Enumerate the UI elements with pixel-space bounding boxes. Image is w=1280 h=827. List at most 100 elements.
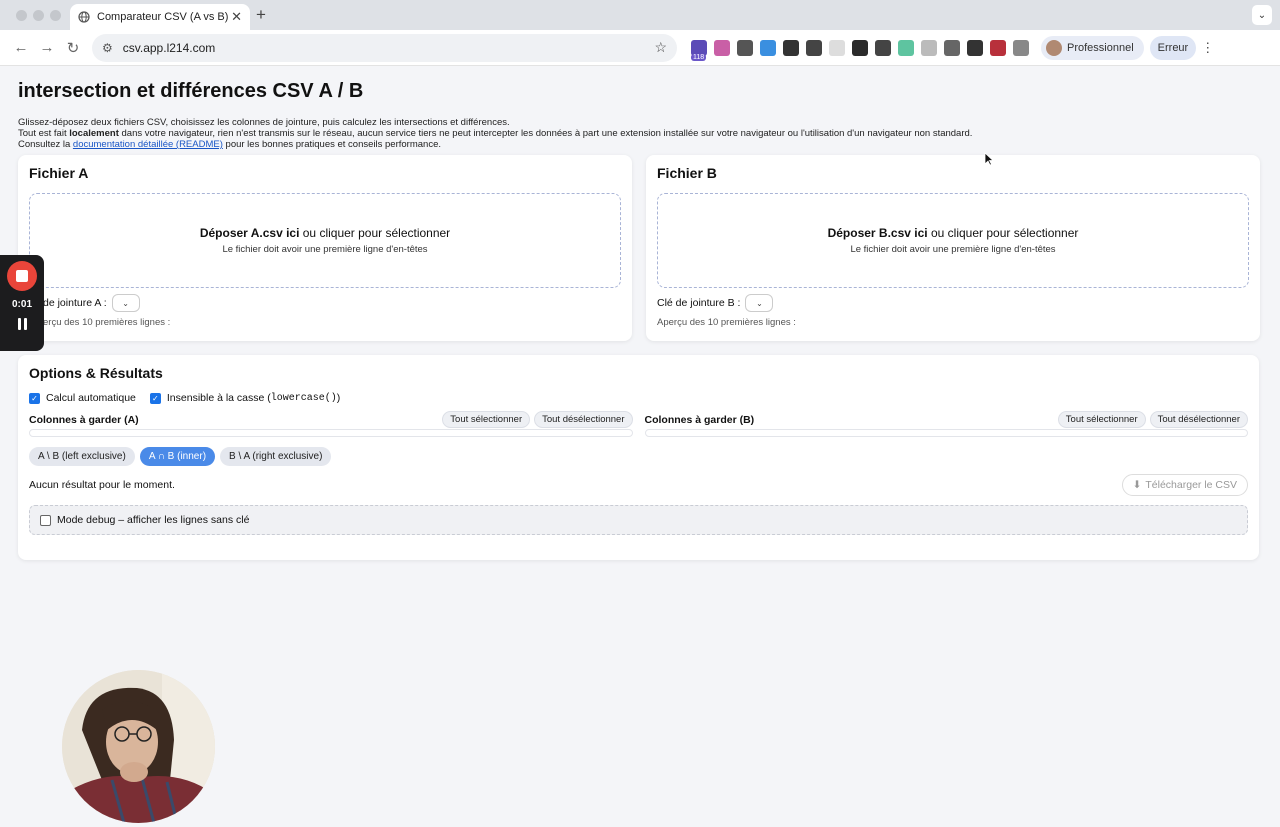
file-a-heading: Fichier A [29, 165, 89, 181]
extension-icon[interactable]: 118 [691, 39, 707, 61]
columns-a-header: Colonnes à garder (A) Tout sélectionner … [29, 411, 633, 428]
auto-calc-label: Calcul automatique [46, 392, 136, 404]
intro-line-2-bold: localement [69, 128, 119, 139]
readme-link[interactable]: documentation détaillée (README) [73, 139, 223, 150]
mode-inner-button[interactable]: A ∩ B (inner) [139, 447, 216, 466]
error-label: Erreur [1157, 41, 1189, 54]
select-all-a-button[interactable]: Tout sélectionner [442, 411, 531, 428]
tab-search-icon[interactable]: ⌄ [1252, 5, 1272, 25]
intro-line-1: Glissez-déposez deux fichiers CSV, chois… [18, 117, 510, 128]
extension-badge: 118 [691, 53, 707, 61]
extension-icon[interactable] [875, 39, 891, 56]
close-window-icon[interactable] [16, 10, 27, 21]
case-label-end: ) [336, 392, 341, 404]
stop-icon [16, 270, 28, 282]
debug-mode-label: Mode debug – afficher les lignes sans cl… [57, 514, 250, 526]
intro-text: Glissez-déposez deux fichiers CSV, chois… [18, 117, 1262, 150]
file-b-key-select[interactable]: ⌄ [745, 294, 774, 312]
maximize-window-icon[interactable] [50, 10, 61, 21]
pause-icon[interactable] [17, 318, 27, 330]
extension-icon[interactable] [783, 39, 799, 56]
columns-a-block: Colonnes à garder (A) Tout sélectionner … [29, 411, 633, 437]
file-a-drop-bold: Déposer A.csv ici [199, 226, 300, 240]
mode-right-exclusive-button[interactable]: B \ A (right exclusive) [220, 447, 332, 466]
file-b-card: Fichier B Déposer B.csv ici ou cliquer p… [646, 155, 1260, 341]
tab-title: Comparateur CSV (A vs B) [97, 11, 229, 23]
file-a-key-label: de jointure A : [43, 297, 107, 309]
file-cards-row: Fichier A Déposer A.csv ici ou cliquer p… [18, 155, 1262, 341]
back-icon[interactable]: ← [8, 35, 34, 61]
auto-calc-option[interactable]: ✓ Calcul automatique [29, 392, 136, 404]
file-a-dropzone[interactable]: Déposer A.csv ici ou cliquer pour sélect… [29, 193, 621, 288]
extension-icon[interactable] [714, 39, 730, 56]
mode-left-exclusive-button[interactable]: A \ B (left exclusive) [29, 447, 135, 466]
file-b-dropzone[interactable]: Déposer B.csv ici ou cliquer pour sélect… [657, 193, 1249, 288]
extension-icon[interactable] [852, 39, 868, 56]
intro-line-2: Tout est fait localement dans votre navi… [18, 128, 1262, 139]
puzzle-icon[interactable] [1013, 39, 1029, 56]
deselect-all-b-button[interactable]: Tout désélectionner [1149, 411, 1248, 428]
extension-icon[interactable] [967, 39, 983, 56]
deselect-all-a-button[interactable]: Tout désélectionner [534, 411, 633, 428]
bookmark-star-icon[interactable]: ☆ [654, 39, 667, 56]
address-bar[interactable]: ⚙ csv.app.l214.com ☆ [92, 33, 677, 62]
close-tab-icon[interactable]: ✕ [231, 9, 242, 25]
recording-time: 0:01 [11, 299, 32, 310]
new-tab-icon[interactable]: + [256, 5, 266, 25]
error-button[interactable]: Erreur [1149, 35, 1197, 60]
download-csv-button[interactable]: ⬇ Télécharger le CSV [1121, 474, 1248, 496]
reload-icon[interactable]: ↻ [60, 35, 86, 61]
extensions-bar: 118 [691, 39, 1029, 61]
webcam-bubble[interactable] [62, 670, 215, 823]
file-a-card: Fichier A Déposer A.csv ici ou cliquer p… [18, 155, 632, 341]
extension-icon[interactable] [806, 39, 822, 56]
extension-icon[interactable] [737, 39, 753, 56]
window-controls[interactable] [16, 10, 61, 21]
columns-b-label: Colonnes à garder (B) [644, 413, 755, 426]
columns-a-list[interactable] [29, 429, 633, 437]
auto-calc-checkbox[interactable]: ✓ [29, 392, 40, 404]
file-a-key-select[interactable]: ⌄ [111, 294, 140, 312]
extension-icon[interactable] [829, 39, 845, 56]
columns-b-buttons: Tout sélectionner Tout désélectionner [1057, 411, 1248, 428]
file-a-preview-label: erçu des 10 premières lignes : [43, 317, 171, 328]
case-label: Insensible à la casse ( [166, 392, 271, 404]
file-b-drop-hint: Le fichier doit avoir une première ligne… [850, 244, 1056, 255]
browser-tab[interactable]: Comparateur CSV (A vs B) ✕ [70, 4, 250, 30]
case-insensitive-checkbox[interactable]: ✓ [149, 392, 161, 404]
intro-line-3: Consultez la documentation détaillée (RE… [18, 139, 1262, 150]
forward-icon[interactable]: → [34, 35, 60, 61]
extension-icon[interactable] [760, 39, 776, 56]
intro-line-3-suffix: pour les bonnes pratiques et conseils pe… [222, 139, 441, 150]
profile-button[interactable]: Professionnel [1041, 35, 1144, 60]
case-insensitive-option[interactable]: ✓ Insensible à la casse (lowercase()) [149, 392, 341, 404]
extension-icon[interactable] [898, 39, 914, 56]
file-a-drop-rest: ou cliquer pour sélectionner [299, 226, 451, 240]
result-row: Aucun résultat pour le moment. ⬇ Télécha… [29, 474, 1248, 496]
debug-mode-option[interactable]: Mode debug – afficher les lignes sans cl… [29, 505, 1248, 535]
browser-toolbar: ← → ↻ ⚙ csv.app.l214.com ☆ 118 Professio… [0, 30, 1280, 66]
site-settings-icon[interactable]: ⚙ [102, 41, 113, 55]
menu-icon[interactable]: ⋮ [1201, 40, 1214, 56]
extension-icon[interactable] [990, 39, 1006, 56]
options-heading: Options & Résultats [29, 365, 163, 381]
file-b-key-label: Clé de jointure B : [657, 297, 741, 309]
stop-recording-button[interactable] [7, 261, 37, 291]
options-card: Options & Résultats ✓ Calcul automatique… [18, 355, 1259, 560]
minimize-window-icon[interactable] [33, 10, 44, 21]
url-text[interactable]: csv.app.l214.com [123, 41, 655, 55]
file-b-drop-text: Déposer B.csv ici ou cliquer pour sélect… [828, 226, 1079, 240]
mouse-cursor-icon [984, 152, 994, 166]
columns-b-list[interactable] [644, 429, 1248, 437]
extension-icon[interactable] [944, 39, 960, 56]
columns-a-label: Colonnes à garder (A) [29, 413, 139, 426]
select-all-b-button[interactable]: Tout sélectionner [1057, 411, 1146, 428]
debug-mode-checkbox[interactable] [40, 514, 51, 526]
mode-tabs: A \ B (left exclusive) A ∩ B (inner) B \… [29, 447, 1248, 466]
no-result-message: Aucun résultat pour le moment. [29, 479, 175, 491]
columns-b-block: Colonnes à garder (B) Tout sélectionner … [644, 411, 1248, 437]
intro-line-2-prefix: Tout est fait [18, 128, 70, 139]
extension-icon[interactable] [921, 39, 937, 56]
columns-a-buttons: Tout sélectionner Tout désélectionner [442, 411, 633, 428]
file-a-drop-text: Déposer A.csv ici ou cliquer pour sélect… [200, 226, 450, 240]
